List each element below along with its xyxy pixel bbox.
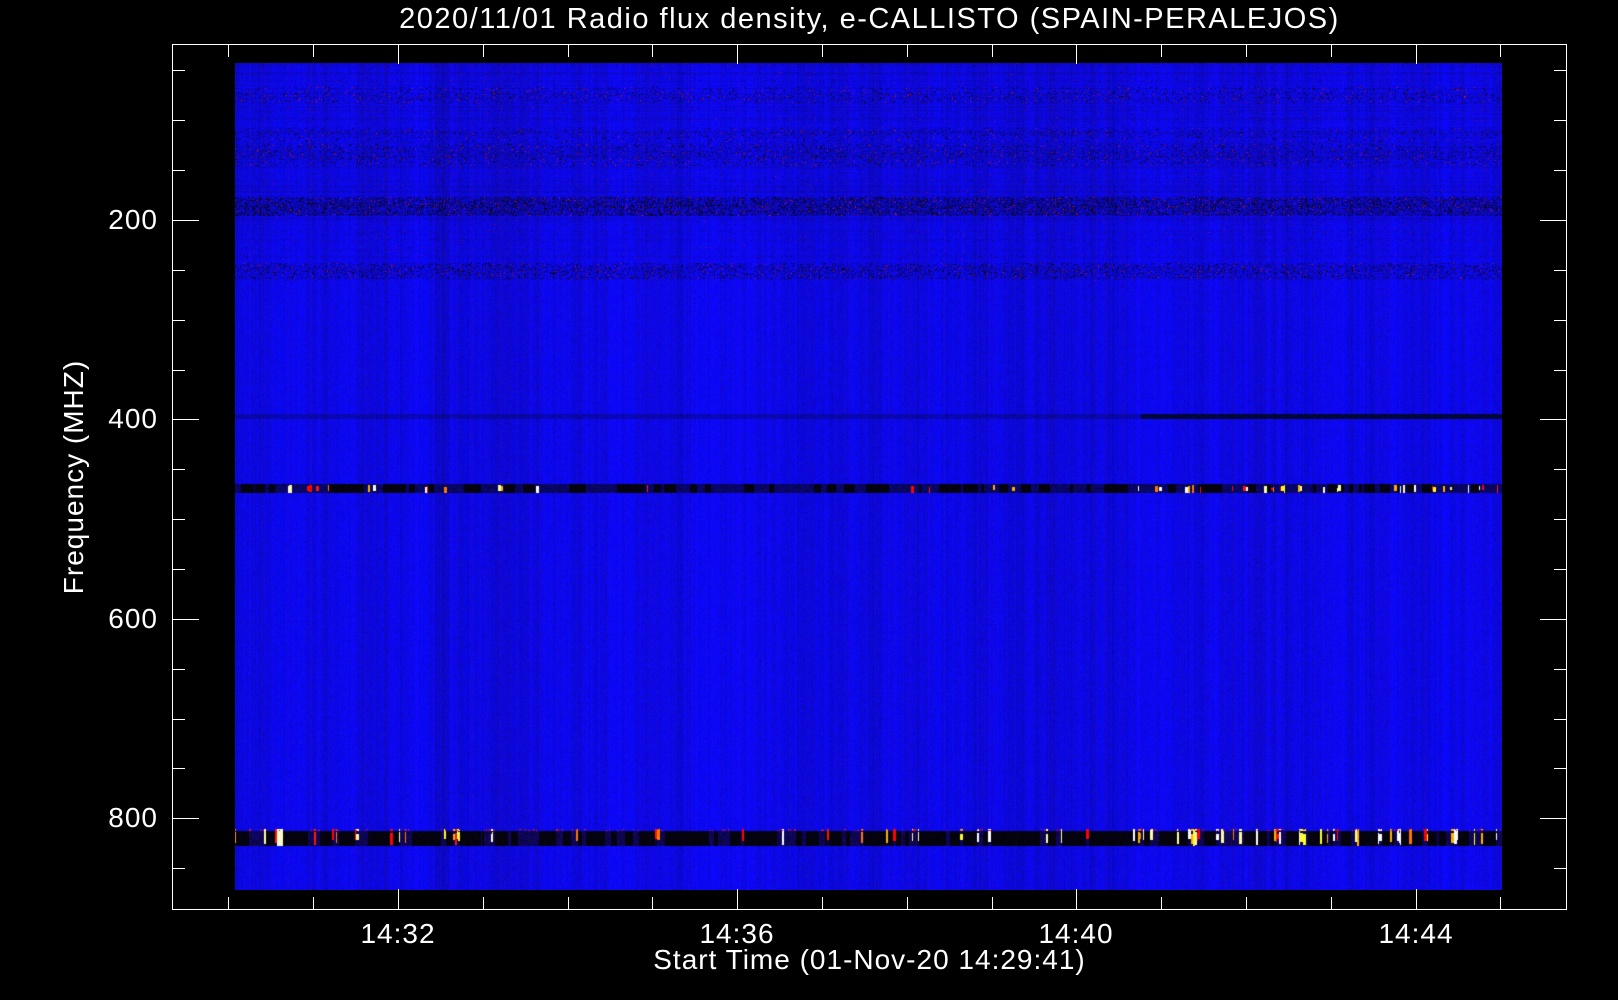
y-major-tick — [173, 220, 199, 221]
x-minor-tick — [1246, 45, 1247, 57]
y-tick-label: 600 — [108, 603, 158, 634]
x-minor-tick — [228, 897, 229, 909]
x-major-tick — [737, 889, 738, 909]
x-major-tick — [1076, 889, 1077, 909]
y-minor-tick — [173, 170, 185, 171]
x-major-tick — [1076, 45, 1077, 64]
x-minor-tick — [907, 897, 908, 909]
x-minor-tick — [313, 45, 314, 57]
y-minor-tick — [173, 719, 185, 720]
y-tick-label: 400 — [108, 403, 158, 434]
y-major-tick — [173, 619, 199, 620]
y-minor-tick — [1554, 270, 1566, 271]
x-tick-label: 14:44 — [1378, 918, 1454, 949]
y-tick-label: 200 — [108, 204, 158, 235]
x-minor-tick — [822, 45, 823, 57]
y-minor-tick — [173, 70, 185, 71]
y-minor-tick — [1554, 768, 1566, 769]
y-tick-label: 800 — [108, 802, 158, 833]
y-minor-tick — [1554, 719, 1566, 720]
x-minor-tick — [1331, 897, 1332, 909]
y-minor-tick — [173, 320, 185, 321]
x-minor-tick — [652, 45, 653, 57]
y-major-tick — [1540, 220, 1566, 221]
x-major-tick — [737, 45, 738, 64]
y-minor-tick — [173, 669, 185, 670]
x-minor-tick — [1500, 897, 1501, 909]
x-minor-tick — [822, 897, 823, 909]
x-minor-tick — [1161, 897, 1162, 909]
x-minor-tick — [907, 45, 908, 57]
y-major-tick — [1540, 818, 1566, 819]
y-major-tick — [1540, 619, 1566, 620]
y-major-tick — [1540, 419, 1566, 420]
x-major-tick — [398, 889, 399, 909]
x-minor-tick — [568, 45, 569, 57]
x-tick-label: 14:36 — [699, 918, 775, 949]
y-minor-tick — [1554, 519, 1566, 520]
x-minor-tick — [568, 897, 569, 909]
x-tick-label: 14:40 — [1038, 918, 1114, 949]
x-minor-tick — [992, 897, 993, 909]
y-minor-tick — [1554, 320, 1566, 321]
y-minor-tick — [173, 370, 185, 371]
x-major-tick — [398, 45, 399, 64]
y-minor-tick — [173, 768, 185, 769]
y-major-tick — [173, 419, 199, 420]
x-minor-tick — [483, 45, 484, 57]
y-minor-tick — [1554, 669, 1566, 670]
x-tick-label: 14:32 — [360, 918, 436, 949]
x-minor-tick — [1161, 45, 1162, 57]
x-minor-tick — [992, 45, 993, 57]
x-minor-tick — [1500, 45, 1501, 57]
page-title: 2020/11/01 Radio flux density, e-CALLIST… — [399, 3, 1340, 35]
spectrogram-page: 2020/11/01 Radio flux density, e-CALLIST… — [0, 0, 1618, 1000]
y-minor-tick — [1554, 868, 1566, 869]
x-minor-tick — [1331, 45, 1332, 57]
x-minor-tick — [313, 897, 314, 909]
y-minor-tick — [1554, 370, 1566, 371]
y-minor-tick — [1554, 170, 1566, 171]
y-minor-tick — [173, 569, 185, 570]
x-minor-tick — [652, 897, 653, 909]
y-minor-tick — [173, 868, 185, 869]
y-minor-tick — [173, 120, 185, 121]
x-minor-tick — [483, 897, 484, 909]
spectrogram-image — [235, 63, 1502, 890]
x-minor-tick — [1246, 897, 1247, 909]
y-minor-tick — [1554, 469, 1566, 470]
y-minor-tick — [173, 270, 185, 271]
y-minor-tick — [1554, 569, 1566, 570]
y-minor-tick — [173, 519, 185, 520]
x-minor-tick — [228, 45, 229, 57]
x-major-tick — [1416, 889, 1417, 909]
y-minor-tick — [1554, 120, 1566, 121]
y-major-tick — [173, 818, 199, 819]
y-minor-tick — [1554, 70, 1566, 71]
x-major-tick — [1416, 45, 1417, 64]
y-minor-tick — [173, 469, 185, 470]
